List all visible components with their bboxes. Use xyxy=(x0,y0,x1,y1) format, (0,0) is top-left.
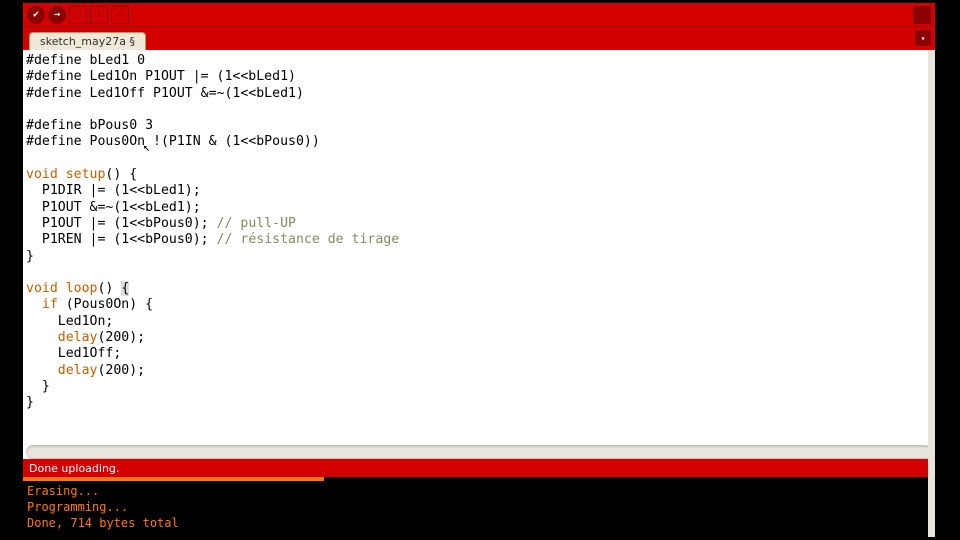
code-content[interactable]: #define bLed1 0 #define Led1On P1OUT |= … xyxy=(26,53,932,412)
horizontal-scrollbar[interactable] xyxy=(26,445,932,459)
new-button[interactable]: ▢ xyxy=(69,6,87,24)
output-console[interactable]: Erasing... Programming... Done, 714 byte… xyxy=(23,481,935,537)
status-bar: Done uploading. xyxy=(23,459,935,477)
upload-button[interactable]: → xyxy=(48,6,66,24)
console-line: Programming... xyxy=(27,500,128,514)
toolbar: ✔ → ▢ ↑ ↓ xyxy=(23,3,935,27)
console-line: Done, 714 bytes total xyxy=(27,516,179,530)
status-text: Done uploading. xyxy=(29,462,119,475)
serial-monitor-button[interactable] xyxy=(913,6,931,24)
ide-window: ✔ → ▢ ↑ ↓ sketch_may27a § ▾ #define bLed… xyxy=(23,3,935,537)
vertical-scrollbar[interactable] xyxy=(928,50,935,537)
tab-bar: sketch_may27a § ▾ xyxy=(23,27,935,50)
console-line: Erasing... xyxy=(27,484,99,498)
verify-button[interactable]: ✔ xyxy=(27,6,45,24)
code-editor[interactable]: #define bLed1 0 #define Led1On P1OUT |= … xyxy=(23,50,935,445)
open-button[interactable]: ↑ xyxy=(90,6,108,24)
tab-menu-button[interactable]: ▾ xyxy=(915,30,931,46)
tab-sketch[interactable]: sketch_may27a § xyxy=(29,32,146,50)
save-button[interactable]: ↓ xyxy=(111,6,129,24)
